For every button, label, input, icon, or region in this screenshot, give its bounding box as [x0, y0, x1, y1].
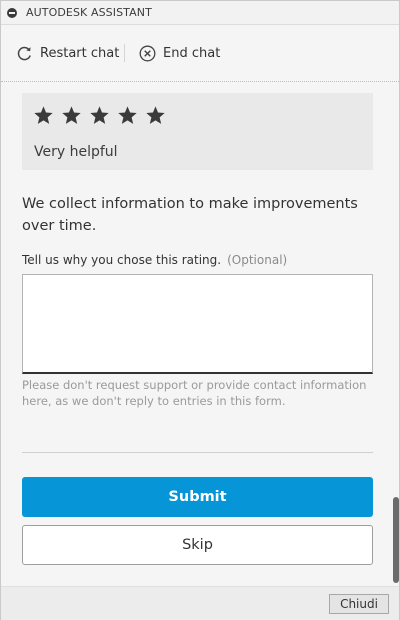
restart-chat-button[interactable]: Restart chat: [16, 43, 119, 63]
end-chat-label: End chat: [163, 45, 221, 61]
star-icon[interactable]: [33, 105, 54, 126]
star-icon[interactable]: [61, 105, 82, 126]
end-chat-button[interactable]: End chat: [139, 43, 220, 63]
feedback-prompt: Tell us why you chose this rating.: [22, 253, 222, 267]
section-divider: [22, 452, 373, 453]
star-icon[interactable]: [145, 105, 166, 126]
chat-toolbar: Restart chat End chat: [1, 26, 399, 82]
window-title: AUTODESK ASSISTANT: [26, 6, 152, 19]
scrollbar-thumb[interactable]: [393, 497, 399, 583]
star-rating: [33, 105, 166, 126]
rating-summary: Very helpful: [22, 93, 373, 170]
title-bar: AUTODESK ASSISTANT: [1, 1, 399, 25]
rating-label: Very helpful: [34, 144, 118, 160]
minimize-circle-icon[interactable]: [7, 8, 17, 18]
star-icon[interactable]: [89, 105, 110, 126]
submit-button[interactable]: Submit: [22, 477, 373, 517]
star-icon[interactable]: [117, 105, 138, 126]
feedback-textarea[interactable]: [22, 274, 373, 374]
feedback-panel: Very helpful We collect information to m…: [1, 83, 391, 585]
close-button[interactable]: Chiudi: [329, 594, 389, 614]
footer-bar: Chiudi: [1, 586, 399, 620]
assistant-window: AUTODESK ASSISTANT Restart chat End chat: [0, 0, 400, 620]
close-circle-icon: [139, 45, 156, 61]
disclaimer-text: Please don't request support or provide …: [22, 378, 367, 408]
skip-button[interactable]: Skip: [22, 525, 373, 565]
feedback-label: Tell us why you chose this rating. (Optio…: [22, 253, 287, 267]
info-text: We collect information to make improveme…: [22, 196, 358, 234]
toolbar-divider: [124, 44, 125, 62]
refresh-icon: [17, 46, 31, 60]
restart-chat-label: Restart chat: [40, 45, 120, 61]
optional-hint: (Optional): [227, 253, 288, 267]
